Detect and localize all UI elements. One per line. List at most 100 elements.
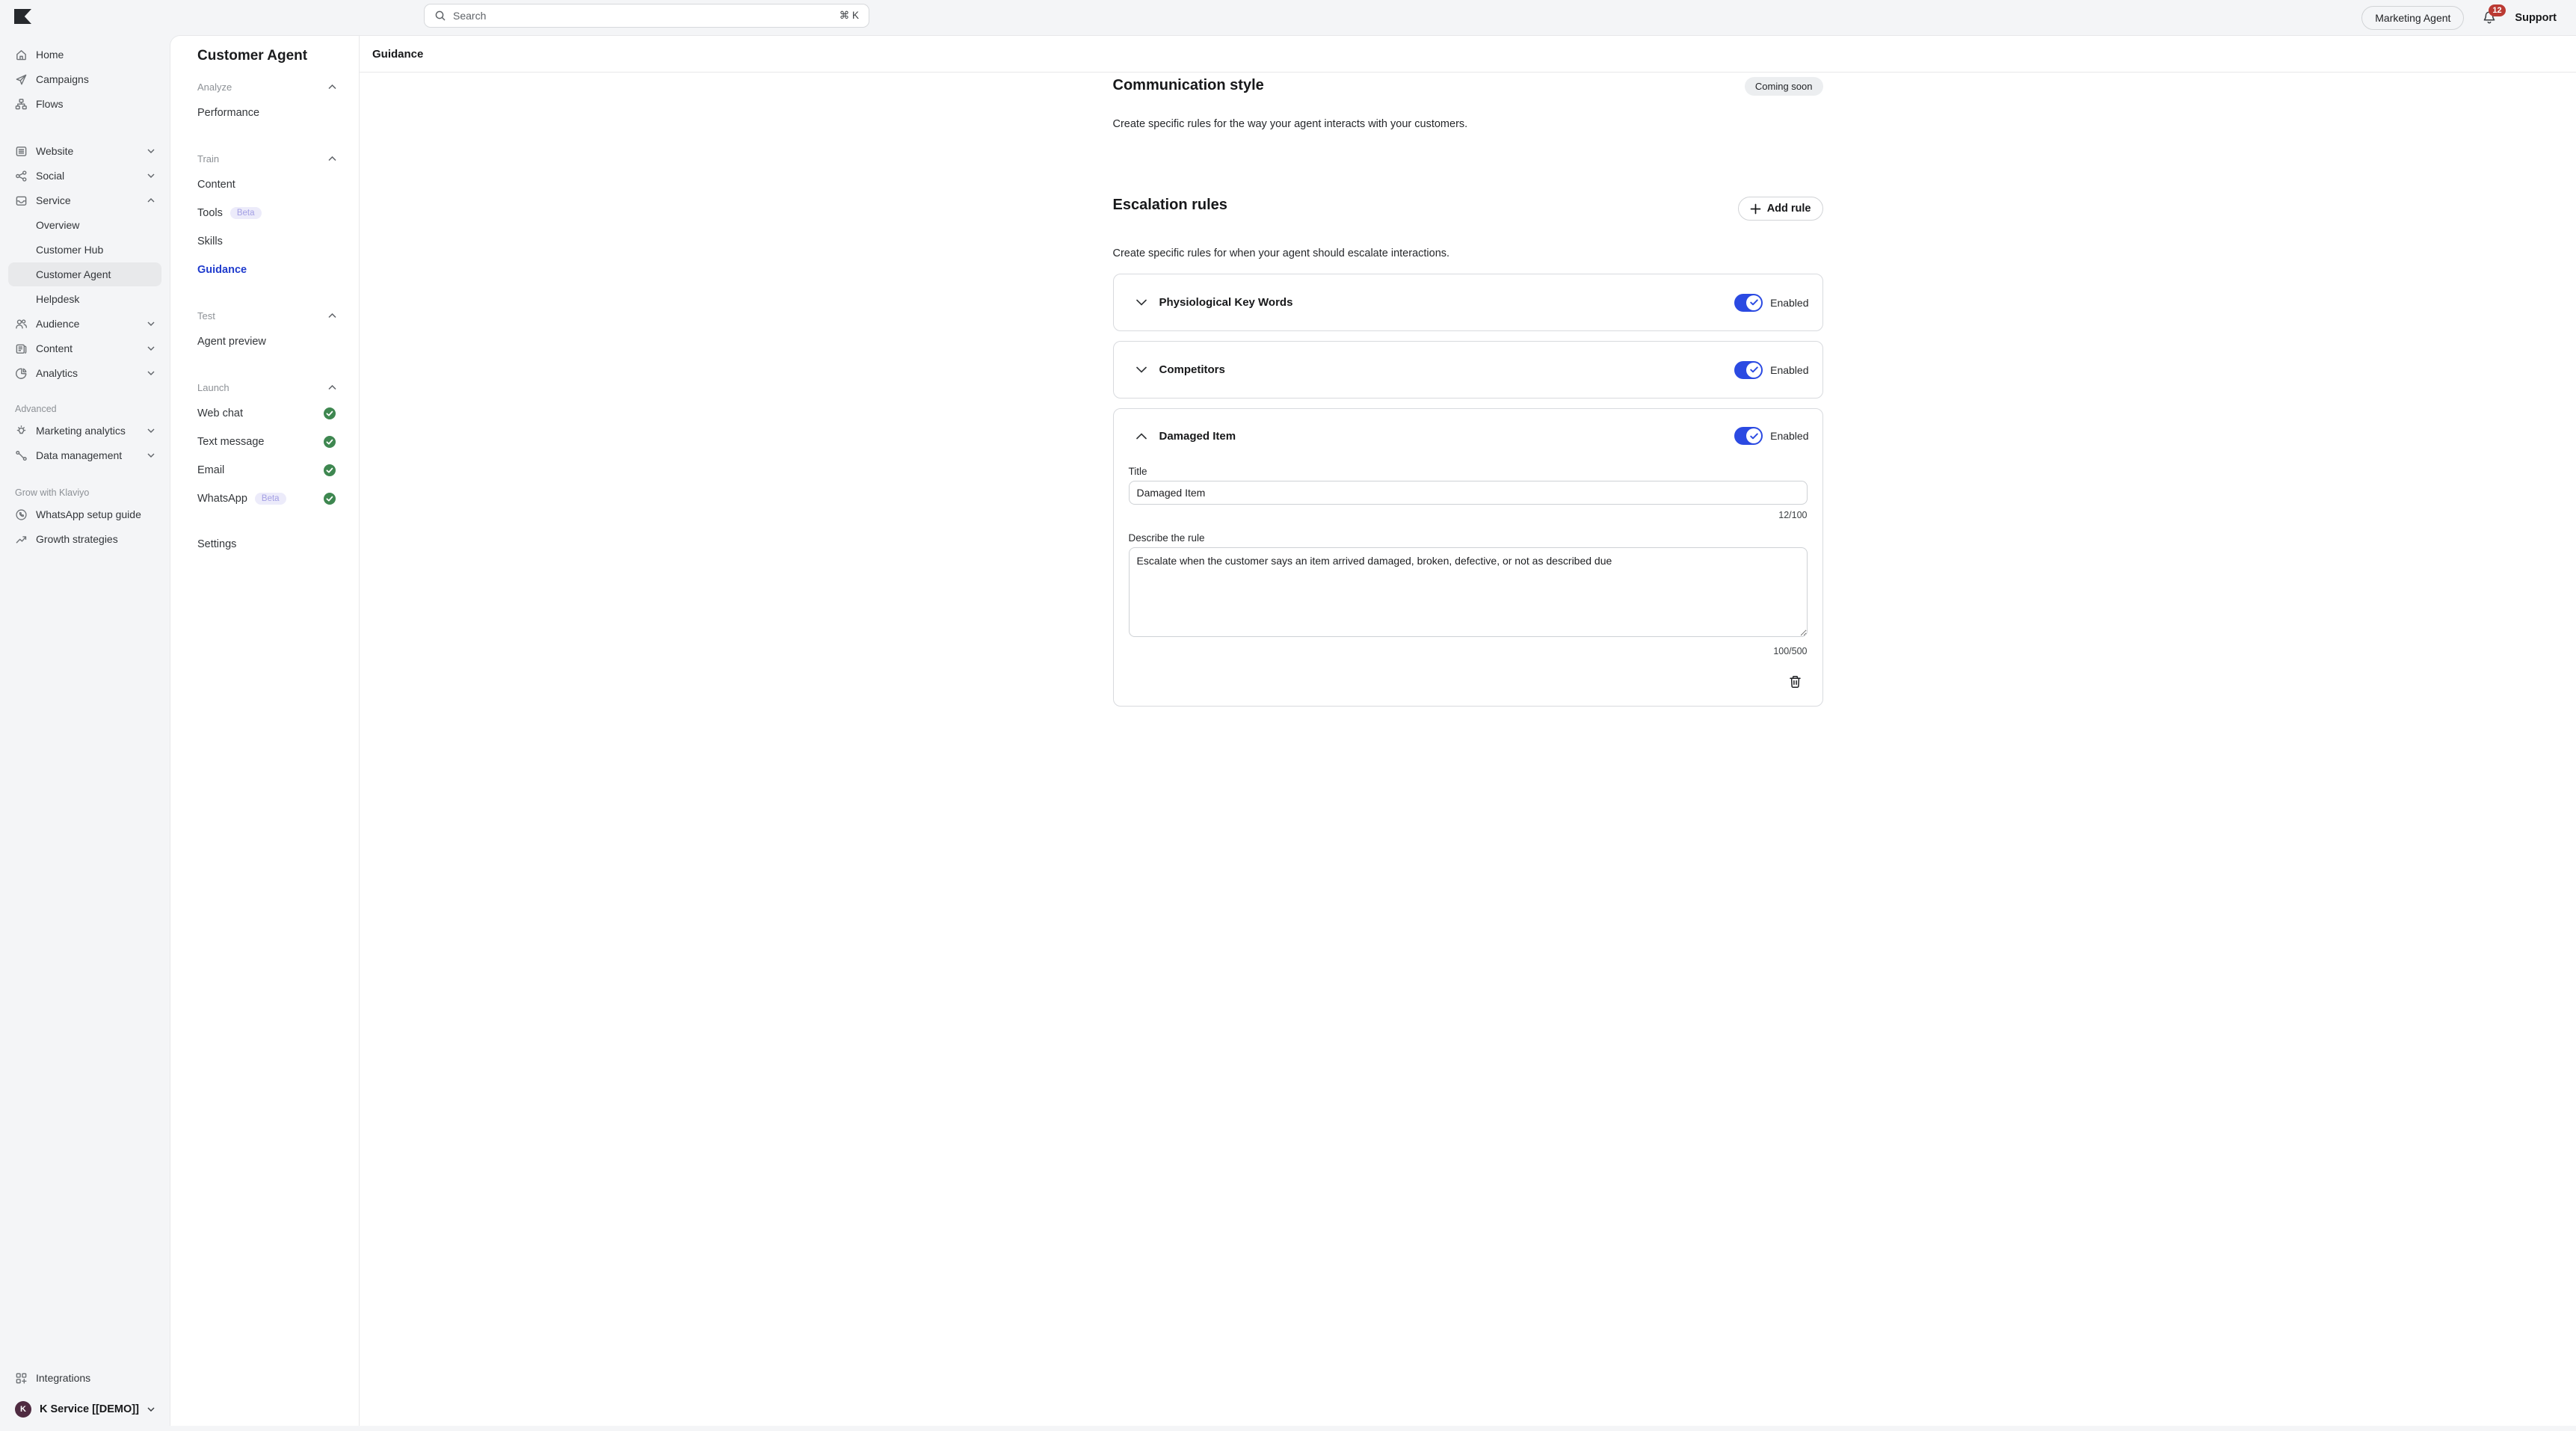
chevron-down-icon xyxy=(147,149,155,153)
toggle-state-label: Enabled xyxy=(1770,297,1808,309)
escalation-rules-description: Create specific rules for when your agen… xyxy=(1113,247,1823,259)
chevron-down-icon xyxy=(147,453,155,458)
check-circle-icon xyxy=(323,407,336,420)
rule-card-damaged-item: Damaged Item Enabled xyxy=(1113,408,1823,707)
subnav-item-performance[interactable]: Performance xyxy=(197,102,336,124)
title-char-counter: 12/100 xyxy=(1129,510,1808,520)
subnav-item-agent-preview[interactable]: Agent preview xyxy=(197,330,336,353)
rule-title-input[interactable] xyxy=(1129,481,1808,505)
primary-sidebar: Home Campaigns Flows Website xyxy=(0,35,170,1431)
lightbulb-icon xyxy=(15,425,28,437)
trash-icon xyxy=(1788,674,1802,689)
search-input[interactable] xyxy=(453,10,833,22)
document-icon xyxy=(15,145,28,158)
chevron-down-icon xyxy=(147,321,155,326)
subnav-item-email[interactable]: Email xyxy=(197,459,336,481)
toggle-check-icon xyxy=(1746,363,1761,378)
subnav-item-guidance[interactable]: Guidance xyxy=(197,259,336,281)
subnav-item-content[interactable]: Content xyxy=(197,173,336,196)
delete-rule-button[interactable] xyxy=(1788,674,1802,689)
chevron-down-icon xyxy=(147,173,155,178)
customer-agent-subnav: Customer Agent Analyze Performance Train… xyxy=(170,36,360,1426)
share-nodes-icon xyxy=(15,170,28,182)
subnav-item-tools[interactable]: Tools Beta xyxy=(197,202,336,224)
sidebar-item-customer-hub[interactable]: Customer Hub xyxy=(8,238,161,262)
sidebar-item-analytics[interactable]: Analytics xyxy=(8,361,161,385)
topbar-actions: Marketing Agent 12 Support xyxy=(2361,0,2576,35)
description-field-label: Describe the rule xyxy=(1129,532,1808,544)
sidebar-item-service[interactable]: Service xyxy=(8,188,161,212)
notifications-button[interactable]: 12 xyxy=(2482,10,2497,25)
rule-description-textarea[interactable]: Escalate when the customer says an item … xyxy=(1129,547,1808,637)
advanced-section-label: Advanced xyxy=(15,404,155,414)
communication-style-heading: Communication style xyxy=(1113,77,1264,94)
rule-toggle[interactable] xyxy=(1734,294,1763,312)
sidebar-item-content[interactable]: Content xyxy=(8,336,161,360)
communication-style-description: Create specific rules for the way your a… xyxy=(1113,118,1823,130)
chevron-down-icon xyxy=(147,428,155,433)
subnav-item-whatsapp[interactable]: WhatsApp Beta xyxy=(197,487,336,510)
global-search[interactable]: ⌘ K xyxy=(424,4,869,28)
sidebar-item-campaigns[interactable]: Campaigns xyxy=(8,67,161,91)
sidebar-item-overview[interactable]: Overview xyxy=(8,213,161,237)
analyze-section-header[interactable]: Analyze xyxy=(197,81,336,93)
subnav-item-text-message[interactable]: Text message xyxy=(197,431,336,453)
data-nodes-icon xyxy=(15,449,28,462)
klaviyo-logo-icon[interactable] xyxy=(14,9,31,24)
rule-toggle[interactable] xyxy=(1734,427,1763,445)
rule-toggle[interactable] xyxy=(1734,361,1763,379)
subnav-title: Customer Agent xyxy=(197,48,336,64)
send-icon xyxy=(15,73,28,86)
whatsapp-icon xyxy=(15,508,28,521)
sidebar-item-whatsapp-setup[interactable]: WhatsApp setup guide xyxy=(8,502,161,526)
subnav-item-skills[interactable]: Skills xyxy=(197,230,336,253)
sidebar-item-social[interactable]: Social xyxy=(8,164,161,188)
chevron-down-icon[interactable] xyxy=(1136,366,1147,373)
toggle-state-label: Enabled xyxy=(1770,364,1808,376)
sidebar-item-growth-strategies[interactable]: Growth strategies xyxy=(8,527,161,551)
beta-badge: Beta xyxy=(255,493,286,505)
escalation-rules-heading: Escalation rules xyxy=(1113,197,1227,214)
test-section-header[interactable]: Test xyxy=(197,310,336,321)
add-rule-button[interactable]: Add rule xyxy=(1738,197,1823,221)
marketing-agent-button[interactable]: Marketing Agent xyxy=(2361,6,2464,30)
rule-card-physiological: Physiological Key Words Enabled xyxy=(1113,274,1823,331)
news-icon xyxy=(15,342,28,355)
sidebar-item-home[interactable]: Home xyxy=(8,43,161,67)
notification-count-badge: 12 xyxy=(2489,4,2505,16)
search-shortcut: ⌘ K xyxy=(839,10,859,22)
launch-section-header[interactable]: Launch xyxy=(197,381,336,393)
toggle-state-label: Enabled xyxy=(1770,430,1808,442)
users-icon xyxy=(15,318,28,330)
support-link[interactable]: Support xyxy=(2515,12,2557,24)
sidebar-item-marketing-analytics[interactable]: Marketing analytics xyxy=(8,419,161,443)
trending-up-icon xyxy=(15,533,28,546)
chevron-up-icon xyxy=(328,84,336,90)
toggle-check-icon xyxy=(1746,295,1761,310)
chevron-up-icon[interactable] xyxy=(1136,433,1147,440)
chevron-down-icon[interactable] xyxy=(1136,299,1147,306)
check-circle-icon xyxy=(323,435,336,449)
guidance-scroll-area[interactable]: Communication style Coming soon Create s… xyxy=(360,73,2576,1426)
toggle-check-icon xyxy=(1746,428,1761,443)
sidebar-item-data-management[interactable]: Data management xyxy=(8,443,161,467)
page-title: Guidance xyxy=(360,36,2576,73)
train-section-header[interactable]: Train xyxy=(197,153,336,164)
chevron-up-icon xyxy=(328,156,336,161)
integrations-grid-icon xyxy=(15,1372,28,1385)
pie-chart-icon xyxy=(15,367,28,380)
subnav-item-settings[interactable]: Settings xyxy=(197,533,336,556)
subnav-item-web-chat[interactable]: Web chat xyxy=(197,402,336,425)
chevron-up-icon xyxy=(147,198,155,203)
sidebar-item-website[interactable]: Website xyxy=(8,139,161,163)
sidebar-item-customer-agent[interactable]: Customer Agent xyxy=(8,262,161,286)
chevron-up-icon xyxy=(328,385,336,390)
sidebar-item-audience[interactable]: Audience xyxy=(8,312,161,336)
chevron-up-icon xyxy=(328,313,336,318)
coming-soon-badge: Coming soon xyxy=(1745,77,1823,96)
chevron-down-icon xyxy=(147,346,155,351)
sidebar-item-integrations[interactable]: Integrations xyxy=(8,1366,161,1390)
sidebar-item-helpdesk[interactable]: Helpdesk xyxy=(8,287,161,311)
account-switcher[interactable]: K K Service [[DEMO]] xyxy=(8,1397,161,1421)
sidebar-item-flows[interactable]: Flows xyxy=(8,92,161,116)
